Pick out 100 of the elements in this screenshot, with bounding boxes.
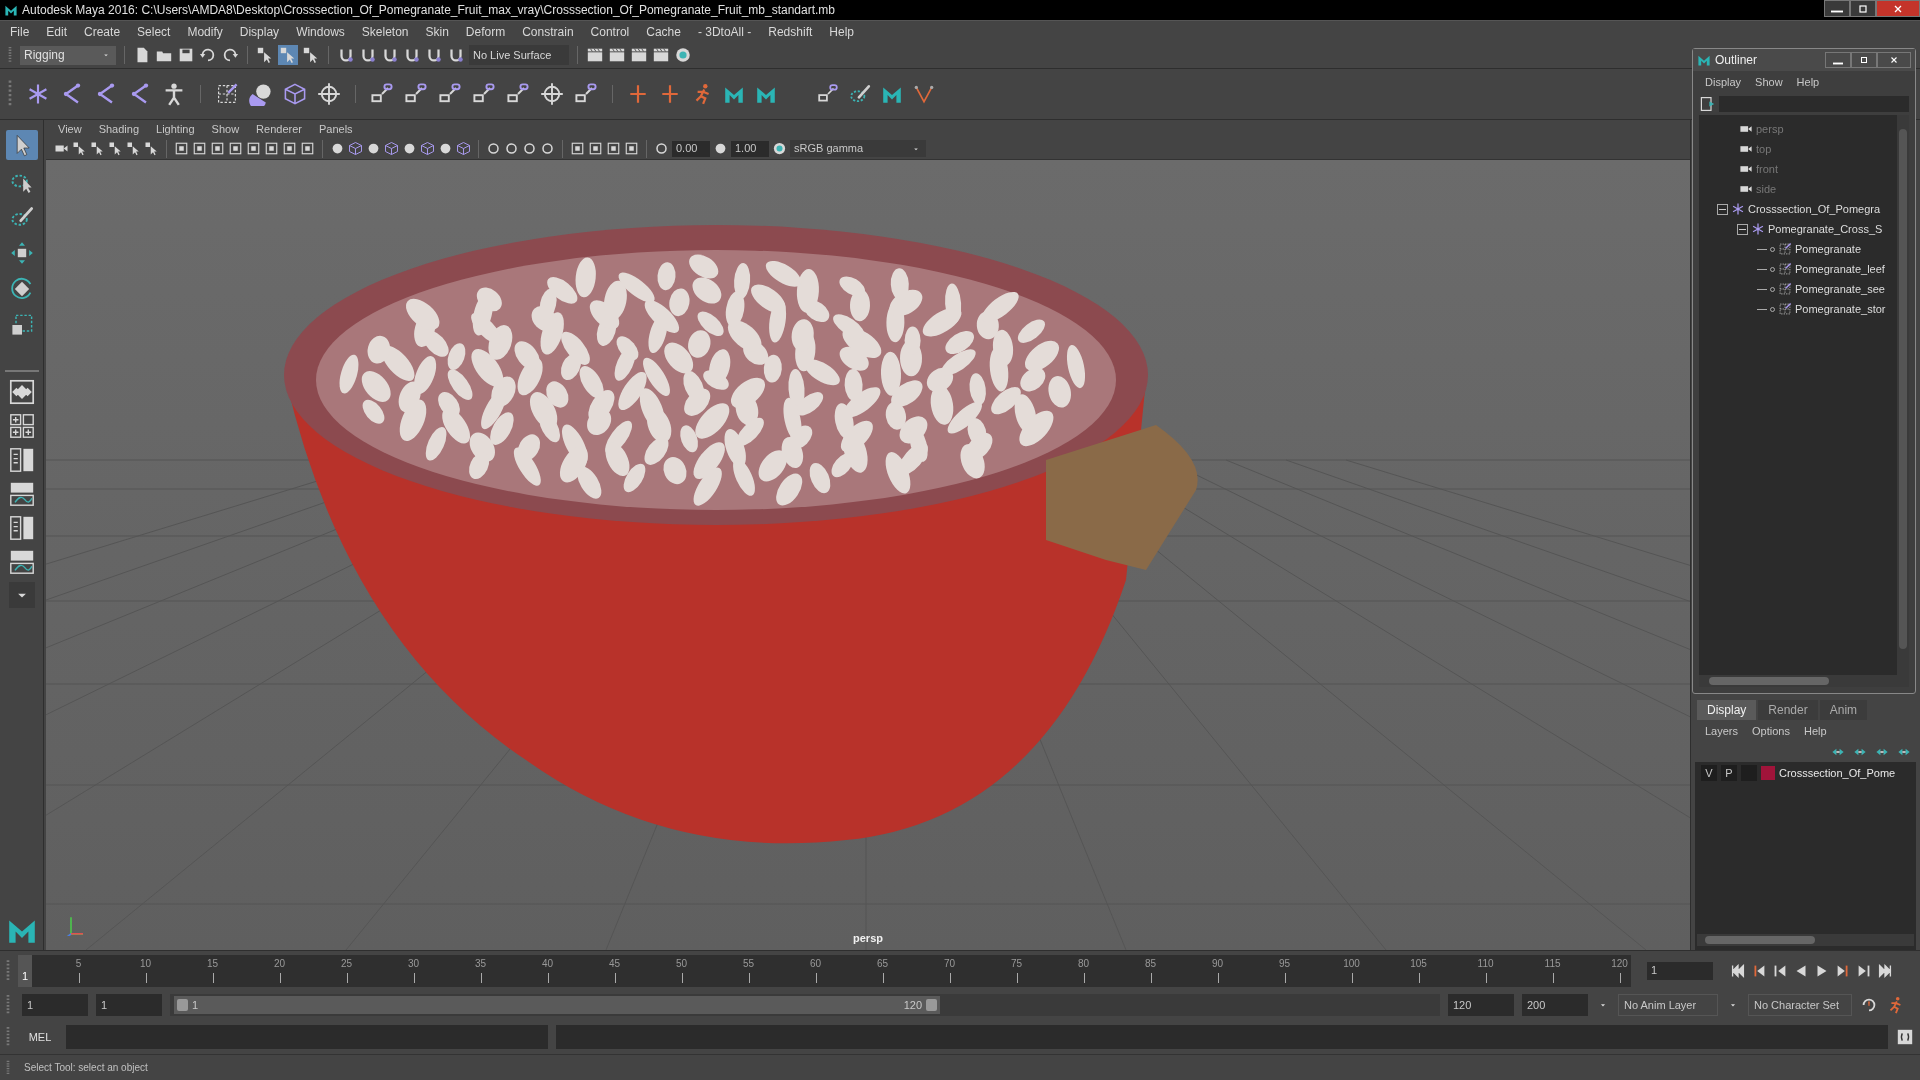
outliner-menu-item[interactable]: Show xyxy=(1755,73,1783,91)
square-icon[interactable] xyxy=(210,141,225,156)
color-management-icon[interactable] xyxy=(772,141,787,156)
layout-icon[interactable] xyxy=(7,378,36,406)
cursor-icon[interactable] xyxy=(72,141,87,156)
layer-tab[interactable]: Anim xyxy=(1819,700,1868,720)
cube-icon[interactable] xyxy=(456,141,471,156)
square-icon[interactable] xyxy=(174,141,189,156)
layer-name[interactable]: Crosssection_Of_Pome xyxy=(1779,764,1896,782)
cube-icon[interactable] xyxy=(283,82,307,106)
command-input[interactable] xyxy=(66,1025,548,1049)
square-icon[interactable] xyxy=(300,141,315,156)
save-icon[interactable] xyxy=(177,46,195,64)
layer-tab[interactable]: Display xyxy=(1697,700,1757,720)
command-language-label[interactable]: MEL xyxy=(22,1028,58,1046)
cursor-icon[interactable] xyxy=(126,141,141,156)
outliner-item[interactable]: Pomegranate xyxy=(1795,240,1862,258)
menu-item[interactable]: Select xyxy=(137,22,171,41)
scrollbar-thumb[interactable] xyxy=(1899,129,1907,649)
time-slider[interactable]: 1 5 10 15 20 25 30 35 40 45 50 55 60 65 70 75 80 85 90 95 100 105 110 115 120 xyxy=(18,954,1631,987)
exposure-icon[interactable] xyxy=(654,141,669,156)
outliner-item[interactable]: Crosssection_Of_Pomegra xyxy=(1748,200,1881,218)
ball-icon[interactable] xyxy=(402,141,417,156)
minimize-button[interactable] xyxy=(1825,52,1851,68)
clapperboard-icon[interactable] xyxy=(586,46,604,64)
cross-icon[interactable] xyxy=(659,83,681,105)
script-editor-icon[interactable] xyxy=(1896,1028,1914,1046)
outliner-menu-item[interactable]: Display xyxy=(1705,73,1742,91)
skip-back-icon[interactable] xyxy=(1729,961,1747,980)
cursor-icon[interactable] xyxy=(108,141,123,156)
layer-tab[interactable]: Render xyxy=(1758,700,1818,720)
cursor-icon[interactable] xyxy=(302,46,320,64)
exposure-field[interactable]: 0.00 xyxy=(672,140,710,157)
range-handle[interactable] xyxy=(177,999,188,1011)
vee-icon[interactable] xyxy=(913,83,935,105)
menu-set-dropdown[interactable]: Rigging xyxy=(20,45,116,65)
layer-menu-item[interactable]: Options xyxy=(1752,722,1790,740)
square-icon[interactable] xyxy=(282,141,297,156)
cube-icon[interactable] xyxy=(384,141,399,156)
crosshair-icon[interactable] xyxy=(317,82,341,106)
range-handle[interactable] xyxy=(926,999,937,1011)
ball-icon[interactable] xyxy=(366,141,381,156)
layer-menu-item[interactable]: Layers xyxy=(1705,722,1739,740)
square-icon[interactable] xyxy=(228,141,243,156)
ball-icon[interactable] xyxy=(438,141,453,156)
menu-item[interactable]: Skin xyxy=(425,22,449,41)
clapperboard-icon[interactable] xyxy=(630,46,648,64)
maximize-button[interactable] xyxy=(1851,52,1877,68)
collapse-toggle[interactable] xyxy=(1717,203,1728,215)
square-icon[interactable] xyxy=(264,141,279,156)
layout-icon[interactable] xyxy=(7,548,36,576)
circle-icon[interactable] xyxy=(540,141,555,156)
menu-item[interactable]: Edit xyxy=(46,22,68,41)
menu-item[interactable]: Constrain xyxy=(522,22,574,41)
crosshair-icon[interactable] xyxy=(540,82,564,106)
square-icon[interactable] xyxy=(570,141,585,156)
asterisk-icon[interactable] xyxy=(26,82,50,106)
filter-icon[interactable] xyxy=(1699,96,1715,112)
playback-toggle[interactable]: P xyxy=(1721,765,1737,781)
cube-icon[interactable] xyxy=(420,141,435,156)
scrollbar-thumb[interactable] xyxy=(1709,677,1829,685)
cross-icon[interactable] xyxy=(627,83,649,105)
layout-icon[interactable] xyxy=(7,446,36,474)
redo-icon[interactable] xyxy=(221,46,239,64)
panel-menu-item[interactable]: Shading xyxy=(98,120,140,138)
skip-forward-icon[interactable] xyxy=(1876,961,1894,980)
select-tool-button[interactable] xyxy=(5,130,38,160)
menu-item[interactable]: Modify xyxy=(187,22,223,41)
outliner-item[interactable]: Pomegranate_stor xyxy=(1795,300,1886,318)
menu-item[interactable]: Help xyxy=(829,22,854,41)
cursor-icon[interactable] xyxy=(90,141,105,156)
layout-icon[interactable] xyxy=(7,480,36,508)
square-icon[interactable] xyxy=(606,141,621,156)
square-icon[interactable] xyxy=(192,141,207,156)
menu-item[interactable]: - 3DtoAll - xyxy=(697,22,752,41)
square-icon[interactable] xyxy=(588,141,603,156)
color-space-dropdown[interactable]: sRGB gamma xyxy=(790,140,926,157)
outliner-menu-item[interactable]: Help xyxy=(1796,73,1820,91)
layer-color-swatch[interactable] xyxy=(1761,766,1775,780)
outliner-item[interactable]: Pomegranate_see xyxy=(1795,280,1885,298)
panel-menu-item[interactable]: Show xyxy=(211,120,240,138)
minimize-button[interactable] xyxy=(1824,0,1850,17)
menu-item[interactable]: Control xyxy=(590,22,630,41)
menu-item[interactable]: Redshift xyxy=(768,22,813,41)
circle-icon[interactable] xyxy=(504,141,519,156)
menu-item[interactable]: Display xyxy=(239,22,280,41)
layout-icon[interactable] xyxy=(7,412,36,440)
clapperboard-icon[interactable] xyxy=(608,46,626,64)
menu-item[interactable]: Skeleton xyxy=(361,22,409,41)
grid-icon[interactable] xyxy=(215,82,239,106)
live-surface-field[interactable]: No Live Surface xyxy=(469,45,569,65)
disc-icon[interactable] xyxy=(674,46,692,64)
gamma-field[interactable]: 1.00 xyxy=(731,140,769,157)
outliner-item[interactable]: Pomegranate_leef xyxy=(1795,260,1885,278)
refresh-icon[interactable] xyxy=(1860,996,1878,1014)
ball-icon[interactable] xyxy=(330,141,345,156)
circle-icon[interactable] xyxy=(486,141,501,156)
maximize-button[interactable] xyxy=(1850,0,1876,17)
end-frame-field[interactable]: 200 xyxy=(1522,994,1588,1016)
panel-menu-item[interactable]: Lighting xyxy=(156,120,195,138)
